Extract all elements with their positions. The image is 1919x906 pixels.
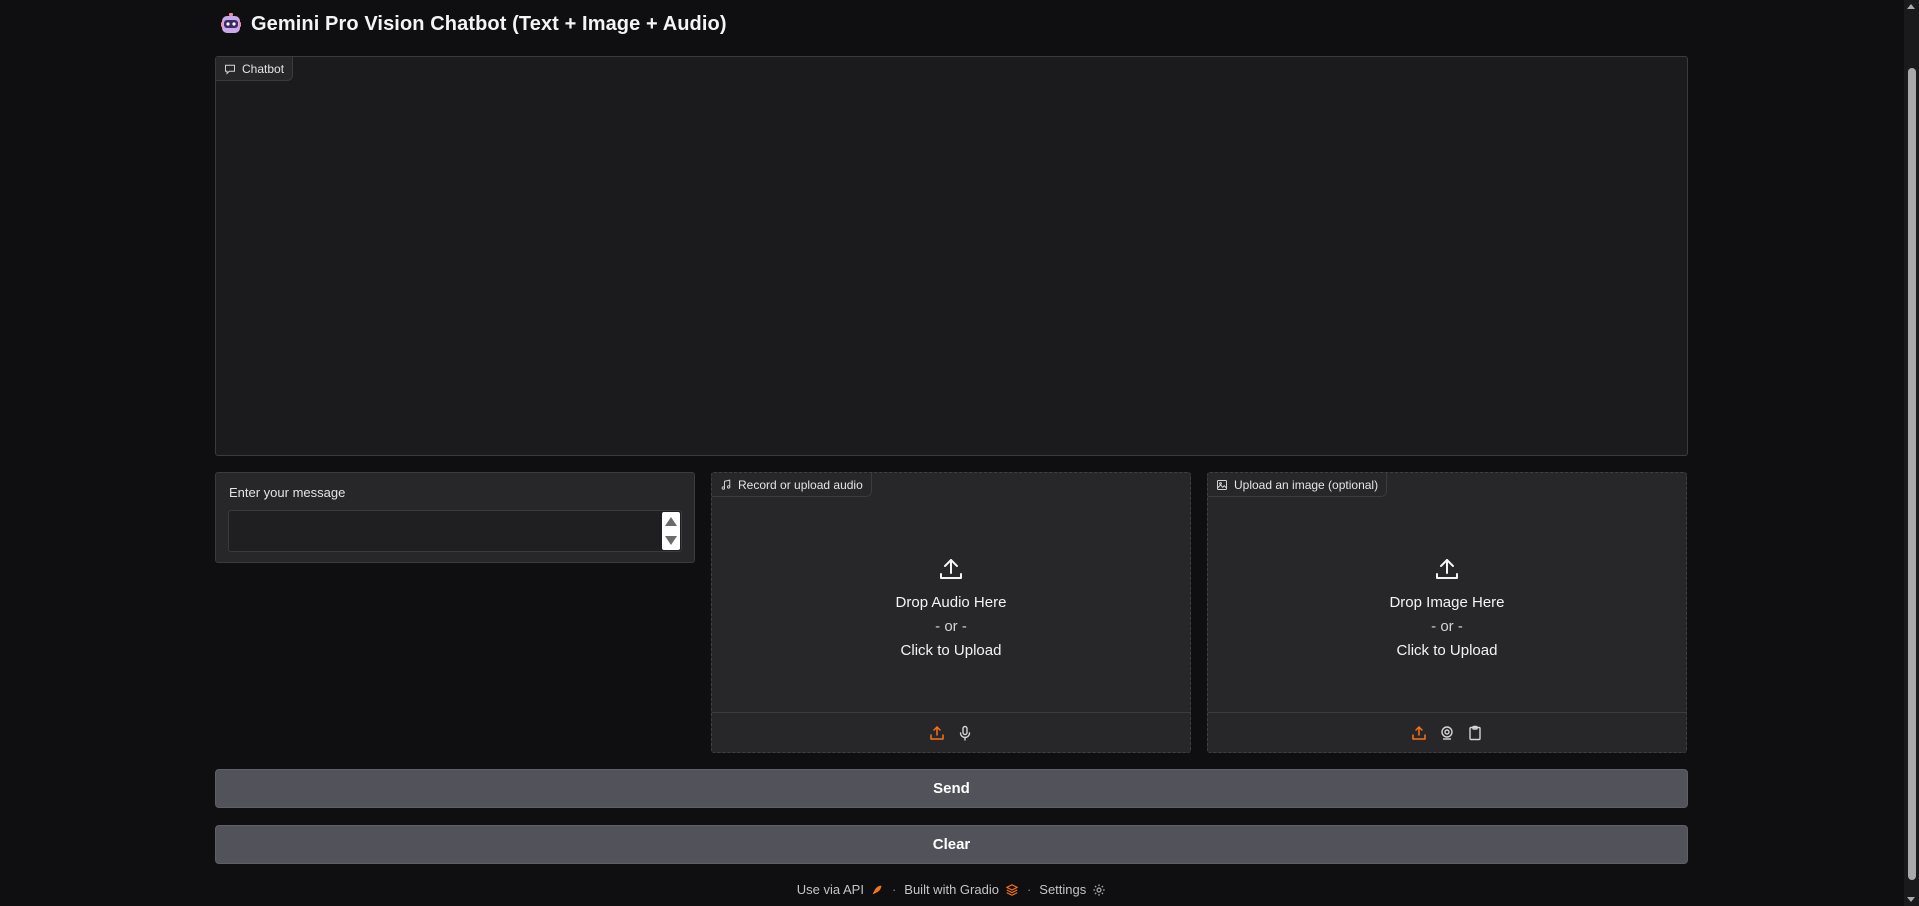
image-source-bar: [1208, 712, 1686, 752]
clipboard-icon: [1469, 725, 1481, 740]
upload-icon: [930, 725, 944, 740]
image-upload-label: Upload an image (optional): [1208, 473, 1388, 497]
chatbot-panel[interactable]: Chatbot: [215, 56, 1688, 456]
image-upload: Upload an image (optional) Drop Image He…: [1207, 472, 1687, 753]
page-title: Gemini Pro Vision Chatbot (Text + Image …: [251, 12, 727, 35]
audio-or-text: - or -: [935, 617, 967, 635]
message-label: Enter your message: [229, 485, 346, 500]
chat-icon: [225, 64, 235, 75]
image-icon: [1217, 479, 1227, 490]
image-click-text: Click to Upload: [1396, 641, 1498, 659]
upload-arrow-icon: [940, 558, 962, 579]
robot-emoji-icon: [221, 13, 241, 33]
image-upload-label-text: Upload an image (optional): [1234, 477, 1379, 492]
header: Gemini Pro Vision Chatbot (Text + Image …: [219, 12, 727, 36]
audio-upload-label-text: Record or upload audio: [738, 477, 863, 492]
audio-upload-source-button[interactable]: [928, 724, 946, 742]
chatbot-label-text: Chatbot: [242, 61, 285, 76]
audio-drop-zone[interactable]: Drop Audio Here - or - Click to Upload: [712, 505, 1190, 712]
rocket-icon: [872, 885, 882, 894]
scrollbar-thumb[interactable]: [1908, 68, 1916, 880]
footer-separator: ·: [891, 882, 897, 897]
page-scrollbar[interactable]: [1904, 0, 1919, 906]
settings-text: Settings: [1039, 882, 1087, 897]
gear-icon: [1093, 883, 1105, 896]
audio-click-text: Click to Upload: [900, 641, 1002, 659]
scroll-up-icon[interactable]: [1907, 4, 1915, 9]
gradio-logo-icon: [1006, 883, 1018, 896]
webcam-icon: [1441, 725, 1453, 740]
use-via-api-link[interactable]: Use via API: [797, 882, 884, 897]
image-upload-source-button[interactable]: [1410, 724, 1428, 742]
settings-link[interactable]: Settings: [1039, 882, 1106, 897]
image-or-text: - or -: [1431, 617, 1463, 635]
built-with-gradio-link[interactable]: Built with Gradio: [904, 882, 1019, 897]
send-button[interactable]: Send: [215, 769, 1688, 808]
spinner-down-icon[interactable]: [665, 536, 677, 545]
clear-button[interactable]: Clear: [215, 825, 1688, 864]
audio-upload-label: Record or upload audio: [712, 473, 872, 497]
number-spinner[interactable]: [662, 512, 680, 550]
microphone-icon: [959, 725, 971, 741]
image-drop-text: Drop Image Here: [1389, 593, 1505, 611]
use-via-api-text: Use via API: [796, 882, 864, 897]
clipboard-source-button[interactable]: [1466, 724, 1484, 742]
audio-drop-text: Drop Audio Here: [895, 593, 1007, 611]
image-drop-zone[interactable]: Drop Image Here - or - Click to Upload: [1208, 505, 1686, 712]
music-note-icon: [721, 479, 731, 490]
scroll-down-icon[interactable]: [1907, 897, 1915, 902]
audio-source-bar: [712, 712, 1190, 752]
audio-upload: Record or upload audio Drop Audio Here -…: [711, 472, 1191, 753]
message-box: Enter your message: [215, 472, 695, 563]
built-with-gradio-text: Built with Gradio: [904, 882, 999, 897]
webcam-source-button[interactable]: [1438, 724, 1456, 742]
microphone-source-button[interactable]: [956, 724, 974, 742]
chatbot-label: Chatbot: [216, 57, 294, 81]
upload-icon: [1412, 725, 1426, 740]
upload-arrow-icon: [1436, 558, 1458, 579]
spinner-up-icon[interactable]: [665, 517, 677, 526]
message-input[interactable]: [228, 510, 682, 552]
footer-separator: ·: [1026, 882, 1032, 897]
footer: Use via API · Built with Gradio · Settin…: [215, 882, 1688, 897]
